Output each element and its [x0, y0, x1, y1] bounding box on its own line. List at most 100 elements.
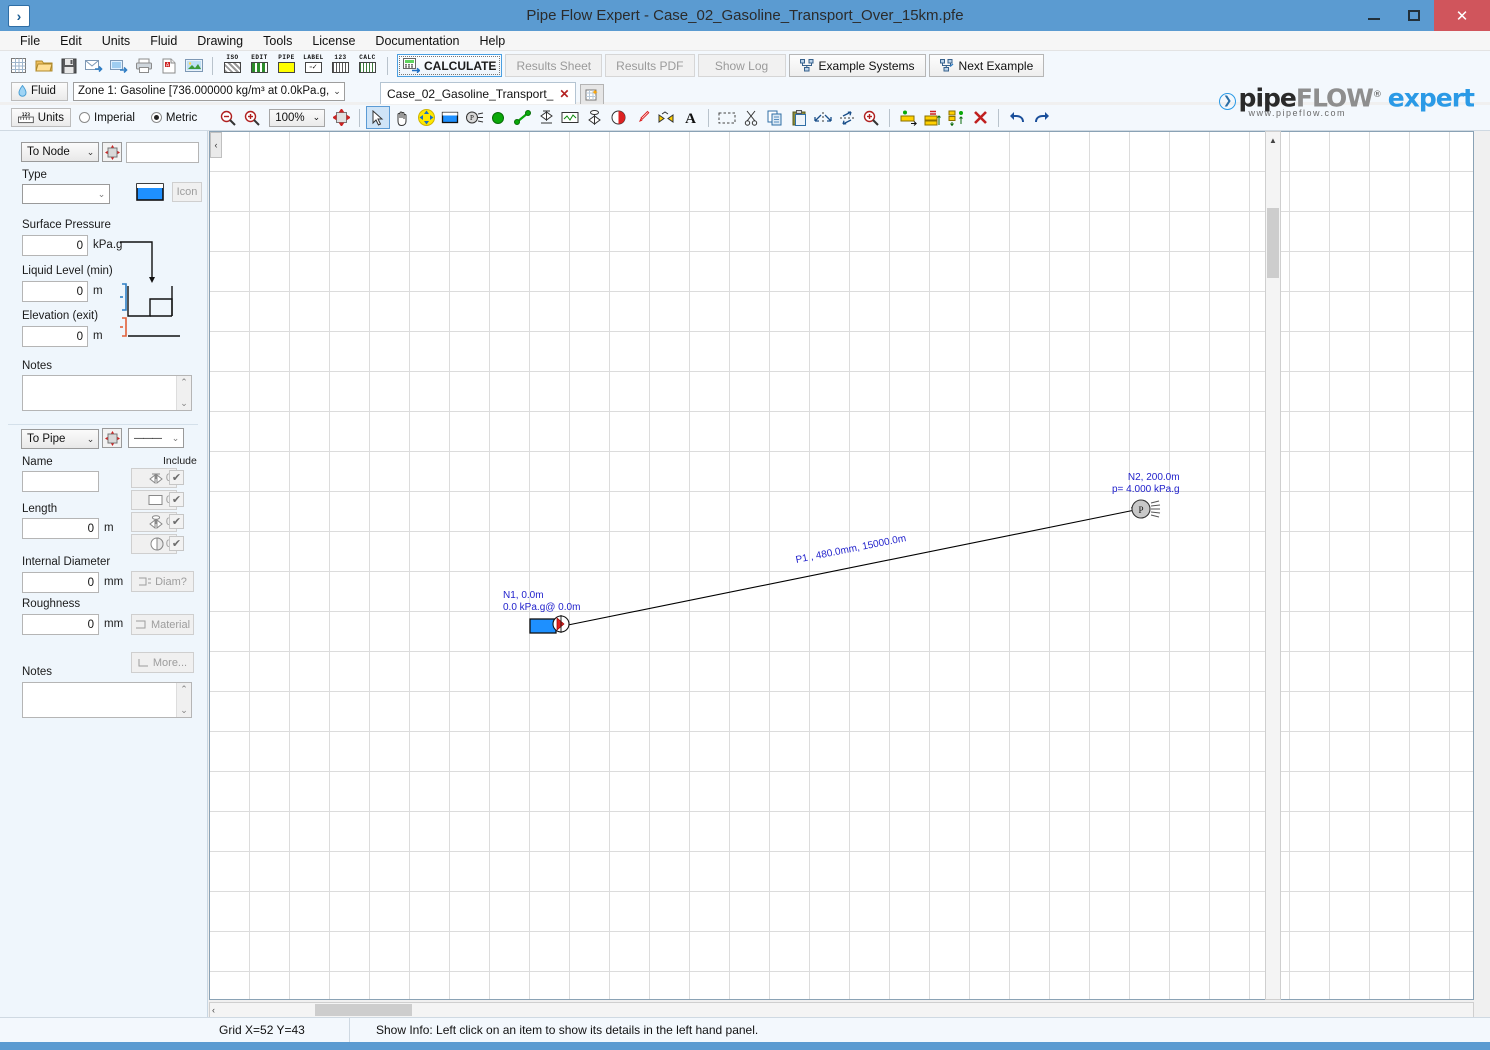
- elevation-input[interactable]: 0: [22, 326, 88, 347]
- pen-tool[interactable]: [630, 106, 654, 129]
- tab-case02[interactable]: Case_02_Gasoline_Transport_ ✕: [380, 82, 577, 104]
- pipe-selector[interactable]: To Pipe ⌄: [21, 429, 99, 449]
- results-sheet-button[interactable]: Results Sheet: [505, 54, 603, 77]
- zoom-region-icon[interactable]: [859, 106, 883, 129]
- menu-fluid[interactable]: Fluid: [140, 31, 187, 51]
- pan-hand-tool[interactable]: [390, 106, 414, 129]
- fit-to-window-icon[interactable]: [329, 106, 353, 129]
- undo-icon[interactable]: [1005, 106, 1029, 129]
- new-icon[interactable]: [8, 55, 29, 76]
- canvas-vertical-scrollbar[interactable]: ▲: [1265, 131, 1281, 1000]
- control-valve-tool[interactable]: [582, 106, 606, 129]
- line-style-select[interactable]: ——— ⌄: [128, 428, 184, 448]
- units-button[interactable]: 123 Units: [11, 108, 71, 127]
- align-middle-icon[interactable]: [920, 106, 944, 129]
- fluid-button[interactable]: Fluid: [11, 81, 68, 101]
- metric-radio[interactable]: Metric: [150, 112, 197, 124]
- include-fittings-checkbox[interactable]: ✔: [169, 470, 184, 485]
- mirror-horizontal-icon[interactable]: [835, 106, 859, 129]
- pipe-notes-input[interactable]: ⌃ ⌄: [22, 682, 192, 718]
- more-button[interactable]: More...: [131, 652, 194, 673]
- mirror-vertical-icon[interactable]: [811, 106, 835, 129]
- menu-units[interactable]: Units: [92, 31, 140, 51]
- diameter-help-button[interactable]: Diam?: [131, 571, 194, 592]
- pressure-node-tool[interactable]: P: [462, 106, 486, 129]
- menu-edit[interactable]: Edit: [50, 31, 92, 51]
- maximize-button[interactable]: [1394, 0, 1434, 31]
- length-input[interactable]: 0: [22, 518, 99, 539]
- picture-icon[interactable]: [183, 55, 204, 76]
- calculate-button[interactable]: CALCULATE: [397, 54, 503, 77]
- menu-drawing[interactable]: Drawing: [187, 31, 253, 51]
- cut-icon[interactable]: [739, 106, 763, 129]
- menu-tools[interactable]: Tools: [253, 31, 302, 51]
- numbers-icon[interactable]: 123: [329, 54, 352, 77]
- pump-tool[interactable]: [606, 106, 630, 129]
- material-button[interactable]: Material: [131, 614, 194, 635]
- paste-icon[interactable]: [787, 106, 811, 129]
- horizontal-scroll-thumb[interactable]: [315, 1004, 412, 1016]
- include-valves-checkbox[interactable]: ✔: [169, 514, 184, 529]
- close-icon[interactable]: ✕: [559, 87, 569, 101]
- minimize-button[interactable]: [1354, 0, 1394, 31]
- roughness-input[interactable]: 0: [22, 614, 99, 635]
- join-node-tool[interactable]: [486, 106, 510, 129]
- component-tool[interactable]: [558, 106, 582, 129]
- pipe-tool[interactable]: [510, 106, 534, 129]
- text-tool[interactable]: A: [678, 106, 702, 129]
- canvas-horizontal-scrollbar[interactable]: ‹: [209, 1002, 1474, 1018]
- open-folder-icon[interactable]: [33, 55, 54, 76]
- new-tab-button[interactable]: [580, 84, 605, 104]
- icon-button[interactable]: Icon: [172, 182, 202, 202]
- show-log-button[interactable]: Show Log: [697, 54, 786, 77]
- select-arrow-tool[interactable]: [366, 106, 391, 129]
- zoom-out-icon[interactable]: [216, 106, 240, 129]
- iso-icon[interactable]: ISO: [221, 54, 244, 77]
- marquee-select-tool[interactable]: [715, 106, 739, 129]
- vertical-scroll-thumb[interactable]: [1267, 208, 1279, 278]
- node-notes-input[interactable]: ⌃ ⌄: [22, 375, 192, 411]
- menu-file[interactable]: File: [10, 31, 50, 51]
- menu-documentation[interactable]: Documentation: [365, 31, 469, 51]
- email-icon[interactable]: [83, 55, 104, 76]
- include-components-checkbox[interactable]: ✔: [169, 492, 184, 507]
- pipe-notes-scrollbar[interactable]: ⌃ ⌄: [176, 683, 191, 717]
- locate-pipe-icon[interactable]: [102, 428, 122, 448]
- pipe-name-input[interactable]: [22, 471, 99, 492]
- node-name-input[interactable]: [126, 142, 199, 163]
- tank-tool[interactable]: [438, 106, 462, 129]
- save-icon[interactable]: [58, 55, 79, 76]
- align-left-icon[interactable]: [896, 106, 920, 129]
- surface-pressure-input[interactable]: 0: [22, 235, 88, 256]
- pdf-icon[interactable]: A: [158, 55, 179, 76]
- node-type-select[interactable]: ⌄: [22, 184, 110, 204]
- redo-icon[interactable]: [1029, 106, 1053, 129]
- flow-tool[interactable]: [654, 106, 678, 129]
- move-tool[interactable]: [414, 106, 438, 129]
- imperial-radio[interactable]: Imperial: [79, 112, 135, 124]
- locate-node-icon[interactable]: [102, 142, 122, 162]
- copy-icon[interactable]: [763, 106, 787, 129]
- delete-icon[interactable]: [968, 106, 992, 129]
- scroll-up-arrow[interactable]: ▲: [1266, 132, 1280, 148]
- menu-license[interactable]: License: [302, 31, 365, 51]
- menu-help[interactable]: Help: [470, 31, 516, 51]
- valve-tool[interactable]: [534, 106, 558, 129]
- diameter-input[interactable]: 0: [22, 572, 99, 593]
- distribute-icon[interactable]: [944, 106, 968, 129]
- pipe-icon[interactable]: PIPE: [275, 54, 298, 77]
- node-selector[interactable]: To Node ⌄: [21, 142, 99, 162]
- edit-icon[interactable]: EDIT: [248, 54, 271, 77]
- zoom-level-select[interactable]: 100% ⌄: [269, 108, 326, 127]
- export-image-icon[interactable]: [108, 55, 129, 76]
- label-icon[interactable]: LABEL ▫✓: [302, 54, 325, 77]
- example-systems-button[interactable]: Example Systems: [788, 54, 926, 77]
- results-pdf-button[interactable]: Results PDF: [605, 54, 695, 77]
- print-icon[interactable]: [133, 55, 154, 76]
- close-button[interactable]: ✕: [1434, 0, 1490, 31]
- node-notes-scrollbar[interactable]: ⌃ ⌄: [176, 376, 191, 410]
- zoom-in-icon[interactable]: [240, 106, 264, 129]
- include-pumps-checkbox[interactable]: ✔: [169, 536, 184, 551]
- fluid-zone-select[interactable]: Zone 1: Gasoline [736.000000 kg/m³ at 0.…: [73, 81, 345, 101]
- drawing-canvas[interactable]: ‹ P N1, 0.0m 0.0 kPa.g@ 0.0m N2, 200.0m …: [209, 131, 1474, 1000]
